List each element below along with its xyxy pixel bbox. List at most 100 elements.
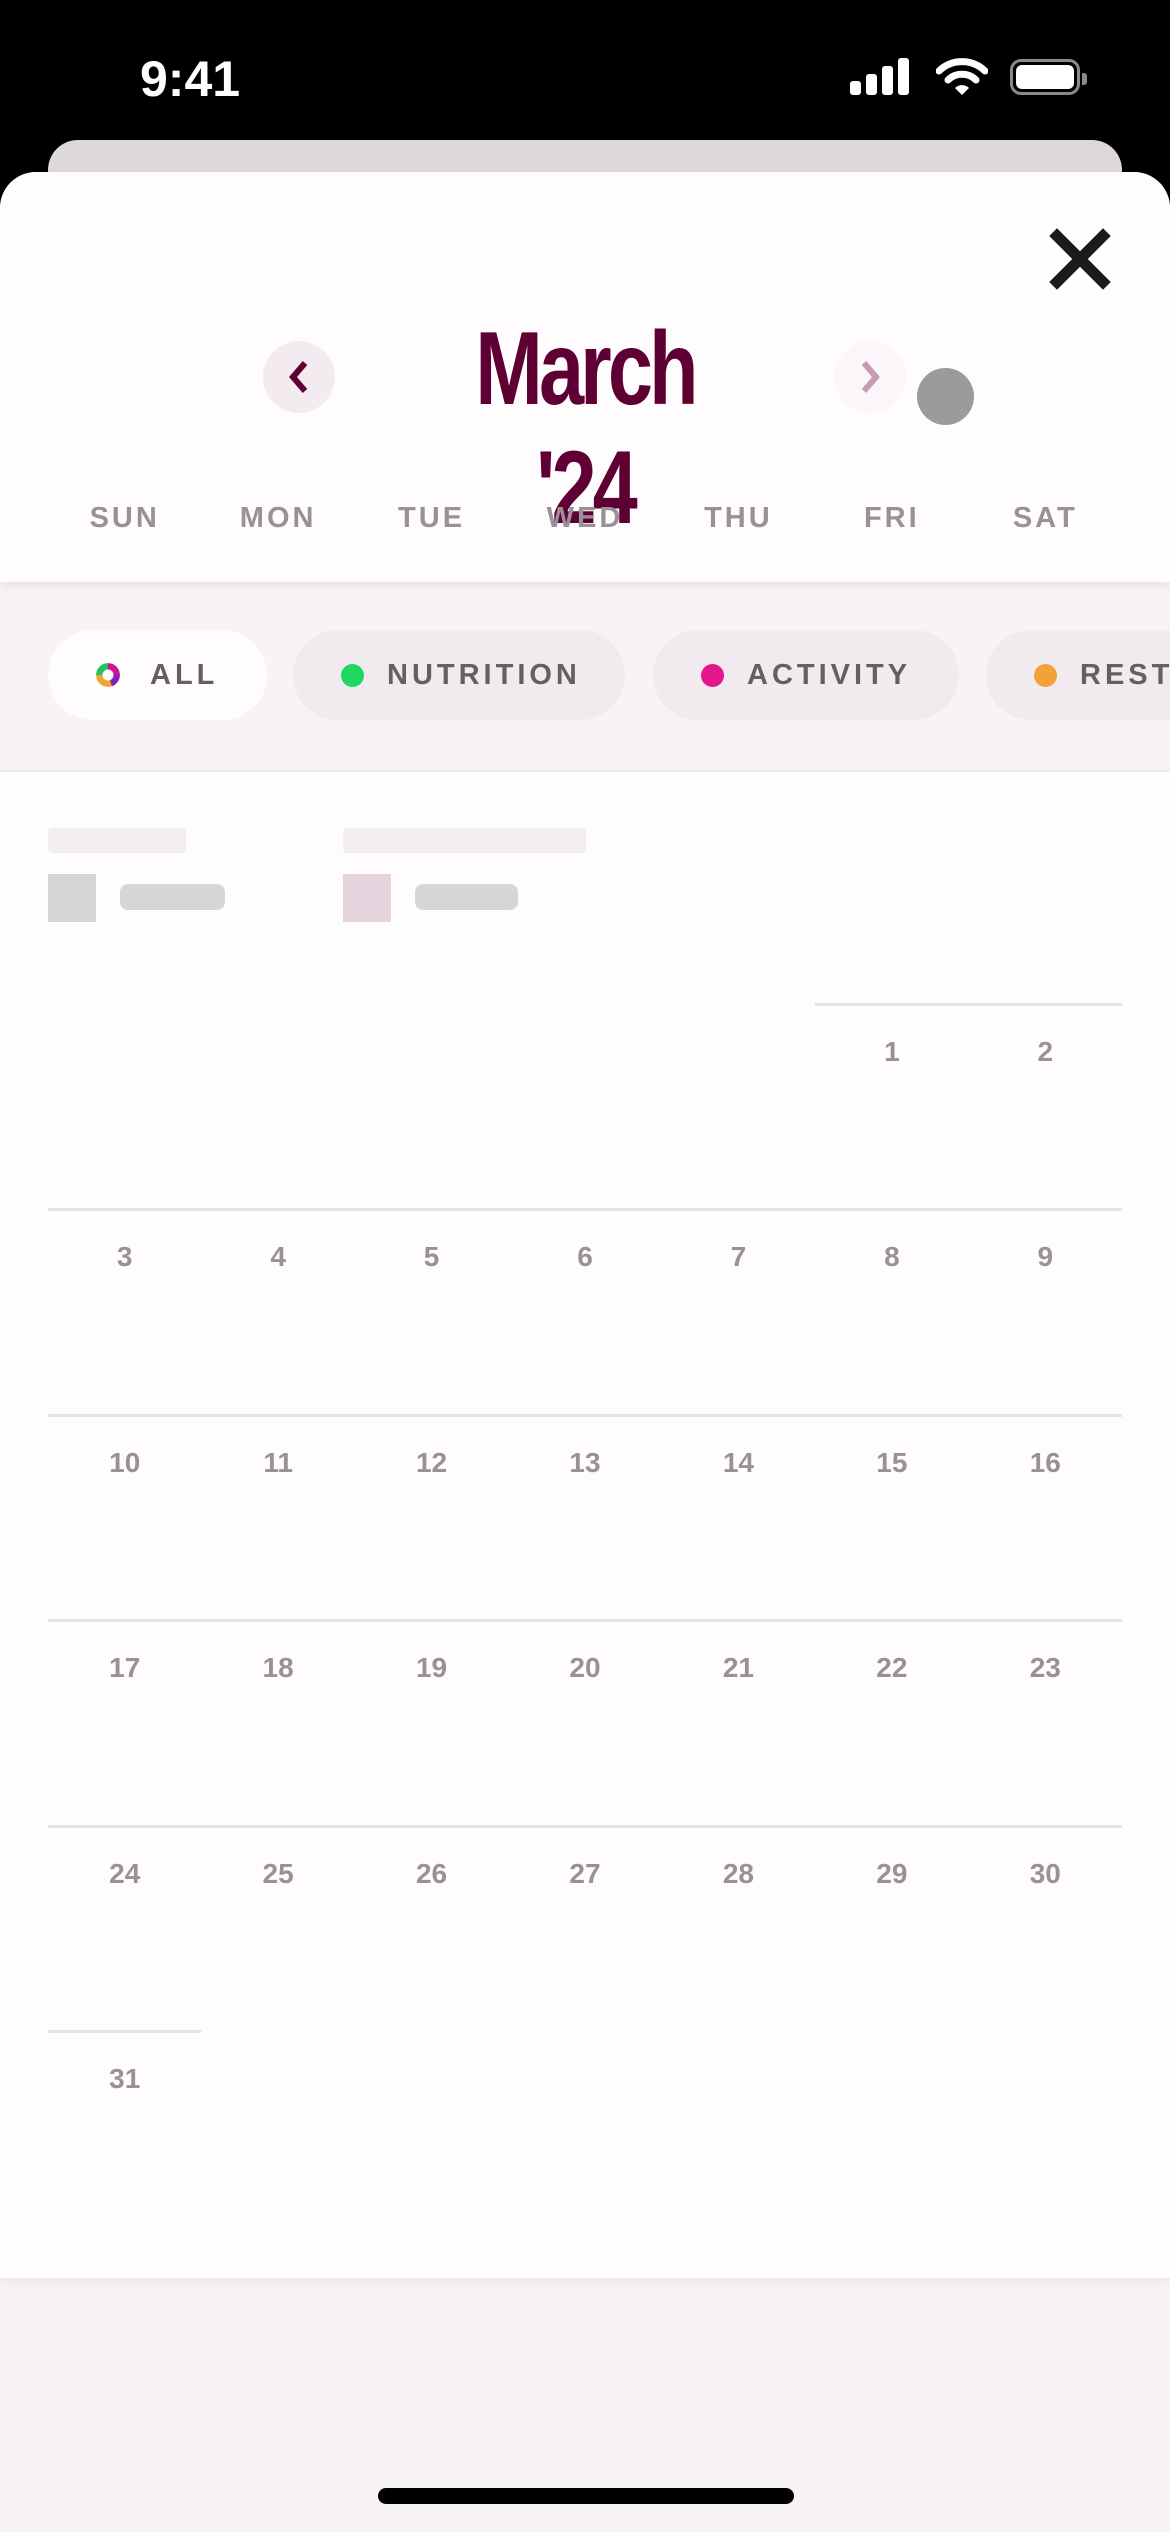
calendar-day-cell[interactable]: 6 bbox=[508, 1208, 662, 1413]
calendar-day-number: 31 bbox=[109, 2062, 141, 2094]
calendar-day-number: 21 bbox=[722, 1652, 754, 1684]
calendar-day-cell[interactable]: 23 bbox=[968, 1619, 1122, 1824]
filter-chip-label: ALL bbox=[150, 658, 219, 691]
previous-month-button[interactable] bbox=[263, 341, 335, 413]
calendar-day-cell[interactable]: 12 bbox=[354, 1413, 509, 1619]
calendar-day-cell[interactable]: 22 bbox=[815, 1619, 969, 1824]
calendar-day-number: 19 bbox=[415, 1652, 448, 1684]
calendar-day-cell[interactable]: 11 bbox=[201, 1413, 355, 1619]
calendar-day-number: 18 bbox=[262, 1652, 294, 1684]
calendar-day-number: 17 bbox=[109, 1652, 141, 1684]
weekday-label: WED bbox=[546, 502, 624, 534]
calendar-day-cell[interactable]: 14 bbox=[661, 1413, 816, 1619]
skeleton-legend-swatch bbox=[48, 874, 96, 922]
calendar-week-row: 3 4 5 6 7 8 9 bbox=[48, 1208, 1122, 1413]
calendar-day-number: 8 bbox=[884, 1241, 900, 1273]
calendar-week-row: 12 bbox=[48, 1003, 1122, 1208]
calendar-day-number: 9 bbox=[1037, 1241, 1054, 1273]
filter-chip-label: ACTIVITY bbox=[747, 658, 912, 691]
calendar-day-number: 24 bbox=[109, 1857, 141, 1889]
weekday-label: SUN bbox=[89, 502, 160, 534]
nutrition-dot-icon bbox=[341, 663, 364, 687]
filter-chip-rest[interactable]: REST bbox=[986, 630, 1170, 720]
weekday-header-row: SUN MON TUE WED THU FRI SAT bbox=[48, 502, 1122, 535]
calendar-day-number: 16 bbox=[1029, 1446, 1061, 1478]
calendar-day-number: 12 bbox=[415, 1446, 448, 1478]
calendar-day-cell[interactable]: 3 bbox=[48, 1208, 202, 1413]
calendar-day-cell[interactable]: 2 bbox=[968, 1003, 1122, 1208]
calendar-day-number: 26 bbox=[415, 1857, 448, 1889]
touch-indicator bbox=[917, 368, 974, 425]
calendar-day-cell[interactable]: 21 bbox=[661, 1619, 816, 1824]
calendar-day-cell[interactable]: 17 bbox=[48, 1619, 202, 1824]
chevron-left-icon bbox=[289, 361, 308, 393]
calendar-day-cell[interactable]: 10 bbox=[48, 1413, 202, 1619]
calendar-day-number: 4 bbox=[270, 1241, 286, 1273]
calendar-day-cell[interactable]: 30 bbox=[968, 1824, 1122, 2030]
calendar-day-number: 3 bbox=[116, 1241, 133, 1273]
calendar-day-cell[interactable]: 28 bbox=[661, 1824, 816, 2030]
calendar-week-row: 17 18 19 20 21 22 23 bbox=[48, 1619, 1122, 1824]
skeleton-legend-title bbox=[343, 828, 586, 853]
filter-chip-nutrition[interactable]: NUTRITION bbox=[293, 630, 625, 720]
calendar-sheet: March '24 SUN MON TUE WED THU FRI SAT AL… bbox=[0, 172, 1170, 2532]
calendar-day-cell[interactable]: 16 bbox=[968, 1413, 1122, 1619]
calendar-day-number: 20 bbox=[569, 1652, 601, 1684]
calendar-day-number: 28 bbox=[722, 1857, 754, 1889]
calendar-day-cell[interactable]: 15 bbox=[815, 1413, 969, 1619]
skeleton-legend-label bbox=[120, 884, 225, 910]
filter-chip-activity[interactable]: ACTIVITY bbox=[653, 630, 959, 720]
calendar-grid: 1 2 3 4 5 6 7 8 9 10 11 12 13 14 15 16 17 18 19 20 21 22 23 24 2… bbox=[48, 1003, 1122, 2235]
calendar-day-cell[interactable]: 29 bbox=[815, 1824, 969, 2030]
calendar-day-number: 11 bbox=[263, 1446, 293, 1478]
status-bar-icons bbox=[850, 54, 1087, 100]
home-indicator bbox=[378, 2488, 794, 2504]
calendar-day-cell[interactable]: 9 bbox=[968, 1208, 1122, 1413]
weekday-label: FRI bbox=[863, 502, 920, 534]
calendar-day-number: 2 bbox=[1037, 1036, 1054, 1067]
weekday-label: MON bbox=[239, 502, 317, 534]
weekday-label: THU bbox=[704, 502, 773, 534]
activity-dot-icon bbox=[701, 663, 724, 687]
status-bar-time: 9:41 bbox=[140, 51, 241, 107]
calendar-day-cell[interactable]: 27 bbox=[508, 1824, 662, 2030]
filter-chip-label: REST bbox=[1080, 658, 1170, 691]
calendar-day-cell[interactable]: 4 bbox=[201, 1208, 355, 1413]
calendar-day-number: 10 bbox=[109, 1446, 141, 1478]
chevron-right-icon bbox=[861, 361, 880, 393]
close-icon[interactable] bbox=[1045, 224, 1115, 294]
calendar-week-row: 31 bbox=[48, 2029, 1122, 2235]
cellular-signal-icon bbox=[850, 57, 910, 97]
calendar-day-number: 30 bbox=[1029, 1857, 1061, 1889]
multicolor-ring-icon bbox=[96, 663, 120, 687]
calendar-body: 1 2 3 4 5 6 7 8 9 10 11 12 13 14 15 16 17 18 19 20 21 22 23 24 2… bbox=[0, 772, 1170, 2278]
calendar-day-cell[interactable]: 24 bbox=[48, 1824, 202, 2030]
skeleton-legend-title bbox=[48, 828, 186, 853]
next-month-button[interactable] bbox=[834, 341, 906, 413]
calendar-day-cell[interactable]: 1 bbox=[815, 1003, 969, 1208]
calendar-day-cell[interactable]: 18 bbox=[201, 1619, 355, 1824]
calendar-day-number: 25 bbox=[262, 1857, 294, 1889]
calendar-day-cell[interactable]: 31 bbox=[48, 2029, 202, 2235]
filter-chip-label: NUTRITION bbox=[387, 658, 581, 691]
wifi-icon bbox=[936, 58, 988, 95]
calendar-day-cell[interactable]: 7 bbox=[661, 1208, 816, 1413]
filter-chip-all[interactable]: ALL bbox=[48, 630, 267, 720]
battery-icon bbox=[1010, 59, 1087, 95]
calendar-day-number: 5 bbox=[423, 1241, 440, 1273]
weekday-label: TUE bbox=[398, 502, 466, 534]
calendar-day-cell[interactable]: 26 bbox=[354, 1824, 509, 2030]
calendar-day-number: 27 bbox=[569, 1857, 601, 1889]
weekday-label: SAT bbox=[1012, 502, 1078, 534]
calendar-day-number: 22 bbox=[876, 1652, 908, 1684]
calendar-day-cell[interactable]: 19 bbox=[354, 1619, 509, 1824]
calendar-day-cell[interactable]: 13 bbox=[508, 1413, 662, 1619]
calendar-day-cell[interactable]: 20 bbox=[508, 1619, 662, 1824]
calendar-day-number: 13 bbox=[569, 1446, 601, 1478]
calendar-day-cell[interactable]: 5 bbox=[354, 1208, 509, 1413]
skeleton-legend-label bbox=[415, 884, 518, 910]
calendar-day-number: 7 bbox=[730, 1241, 747, 1273]
calendar-day-number: 6 bbox=[577, 1241, 593, 1273]
calendar-day-cell[interactable]: 25 bbox=[201, 1824, 355, 2030]
calendar-day-cell[interactable]: 8 bbox=[815, 1208, 969, 1413]
